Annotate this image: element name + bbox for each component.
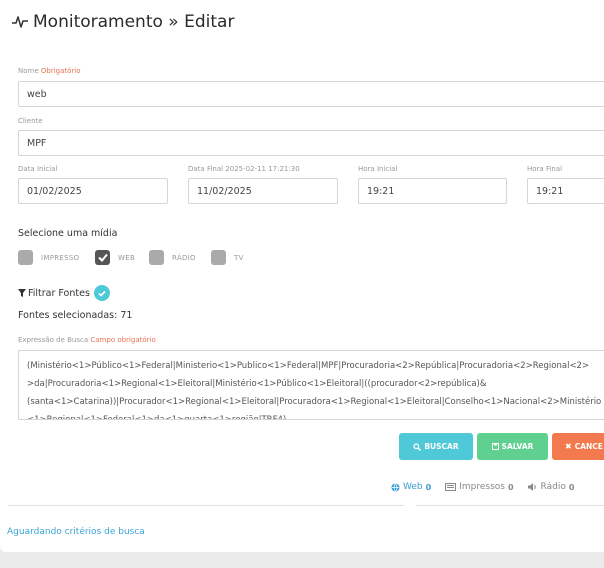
radio-label: RÁDIO xyxy=(172,254,196,262)
data-inicial-input[interactable]: 01/02/2025 xyxy=(18,178,168,204)
nome-required-note: Obrigatório xyxy=(40,67,81,75)
tab-web-label: Web xyxy=(403,482,423,492)
tab-radio[interactable]: Rádio 0 xyxy=(527,482,575,492)
web-checkbox[interactable] xyxy=(95,250,110,265)
page-title: Monitoramento » Editar xyxy=(12,12,234,32)
cancelar-label: CANCE xyxy=(574,442,603,451)
fontes-selecionadas: Fontes selecionadas: 71 xyxy=(18,310,133,321)
busca-label-text: Expressão de Busca xyxy=(18,336,89,344)
busca-label: Expressão de Busca Campo obrigatório xyxy=(18,336,156,344)
globe-icon xyxy=(391,482,400,492)
page-title-text: Monitoramento » Editar xyxy=(33,12,235,32)
hora-inicial-input[interactable]: 19:21 xyxy=(358,178,507,204)
cliente-select[interactable]: MPF xyxy=(18,130,604,156)
hora-final-input[interactable]: 19:21 xyxy=(527,178,604,204)
salvar-button[interactable]: SALVAR xyxy=(477,433,548,460)
tabs-divider xyxy=(8,505,604,506)
tv-checkbox[interactable] xyxy=(211,250,226,265)
busca-textarea[interactable]: (Ministério<1>Público<1>Federal|Minister… xyxy=(18,350,604,420)
data-inicial-label: Data Inicial xyxy=(18,165,58,173)
buscar-button[interactable]: BUSCAR xyxy=(399,433,473,460)
volume-icon xyxy=(527,483,536,491)
activity-icon xyxy=(12,16,28,28)
cancelar-button[interactable]: ✖ CANCE xyxy=(552,433,604,460)
search-icon xyxy=(413,442,422,451)
buscar-label: BUSCAR xyxy=(424,442,459,451)
web-label: WEB xyxy=(118,254,136,262)
status-message: Aguardando critérios de busca xyxy=(7,527,145,537)
busca-line: (Ministério<1>Público<1>Federal|Minister… xyxy=(27,361,590,371)
radio-checkbox[interactable] xyxy=(149,250,164,265)
hora-inicial-label: Hora Inicial xyxy=(358,165,398,173)
newspaper-icon xyxy=(445,483,457,491)
active-tab-gap xyxy=(404,505,416,506)
salvar-label: SALVAR xyxy=(501,442,534,451)
filtrar-fontes-toggle[interactable]: Filtrar Fontes xyxy=(18,285,110,301)
data-final-label: Data Final 2025-02-11 17:21:30 xyxy=(188,165,300,173)
busca-required-note: Campo obrigatório xyxy=(90,336,156,344)
check-icon xyxy=(97,253,108,262)
media-tabs: Web 0 Impressos 0 Rádio 0 xyxy=(391,482,588,492)
filter-icon xyxy=(18,289,26,297)
cliente-label: Cliente xyxy=(18,117,43,125)
tab-web[interactable]: Web 0 xyxy=(391,482,431,492)
tab-impressos-count: 0 xyxy=(507,482,514,492)
tv-label: TV xyxy=(234,254,244,262)
busca-line: >da|Procuradoria<1>Regional<1>Eleitoral|… xyxy=(27,379,487,389)
busca-line: <1>Regional<1>Federal<1>da<1>quarta<1>re… xyxy=(27,415,287,420)
nome-input[interactable]: web xyxy=(18,81,604,107)
tab-impressos-label: Impressos xyxy=(459,482,505,492)
busca-line: (santa<1>Catarina))|Procurador<1>Regiona… xyxy=(27,397,602,407)
tab-radio-count: 0 xyxy=(568,482,575,492)
close-icon: ✖ xyxy=(565,442,572,451)
tab-web-count: 0 xyxy=(425,482,432,492)
tab-impressos[interactable]: Impressos 0 xyxy=(445,482,514,492)
edit-card: Monitoramento » Editar Nome Obrigatório … xyxy=(0,0,604,552)
impresso-label: IMPRESSO xyxy=(41,254,80,262)
impresso-checkbox[interactable] xyxy=(18,250,33,265)
tab-radio-label: Rádio xyxy=(540,482,566,492)
data-final-input[interactable]: 11/02/2025 xyxy=(188,178,338,204)
save-icon xyxy=(491,443,499,450)
nome-label-text: Nome xyxy=(18,67,39,75)
nome-label: Nome Obrigatório xyxy=(18,67,81,75)
hora-final-label: Hora Final xyxy=(527,165,563,173)
check-circle-icon[interactable] xyxy=(93,285,110,301)
filtrar-fontes-label: Filtrar Fontes xyxy=(28,287,90,299)
midia-heading: Selecione uma mídia xyxy=(18,228,118,239)
